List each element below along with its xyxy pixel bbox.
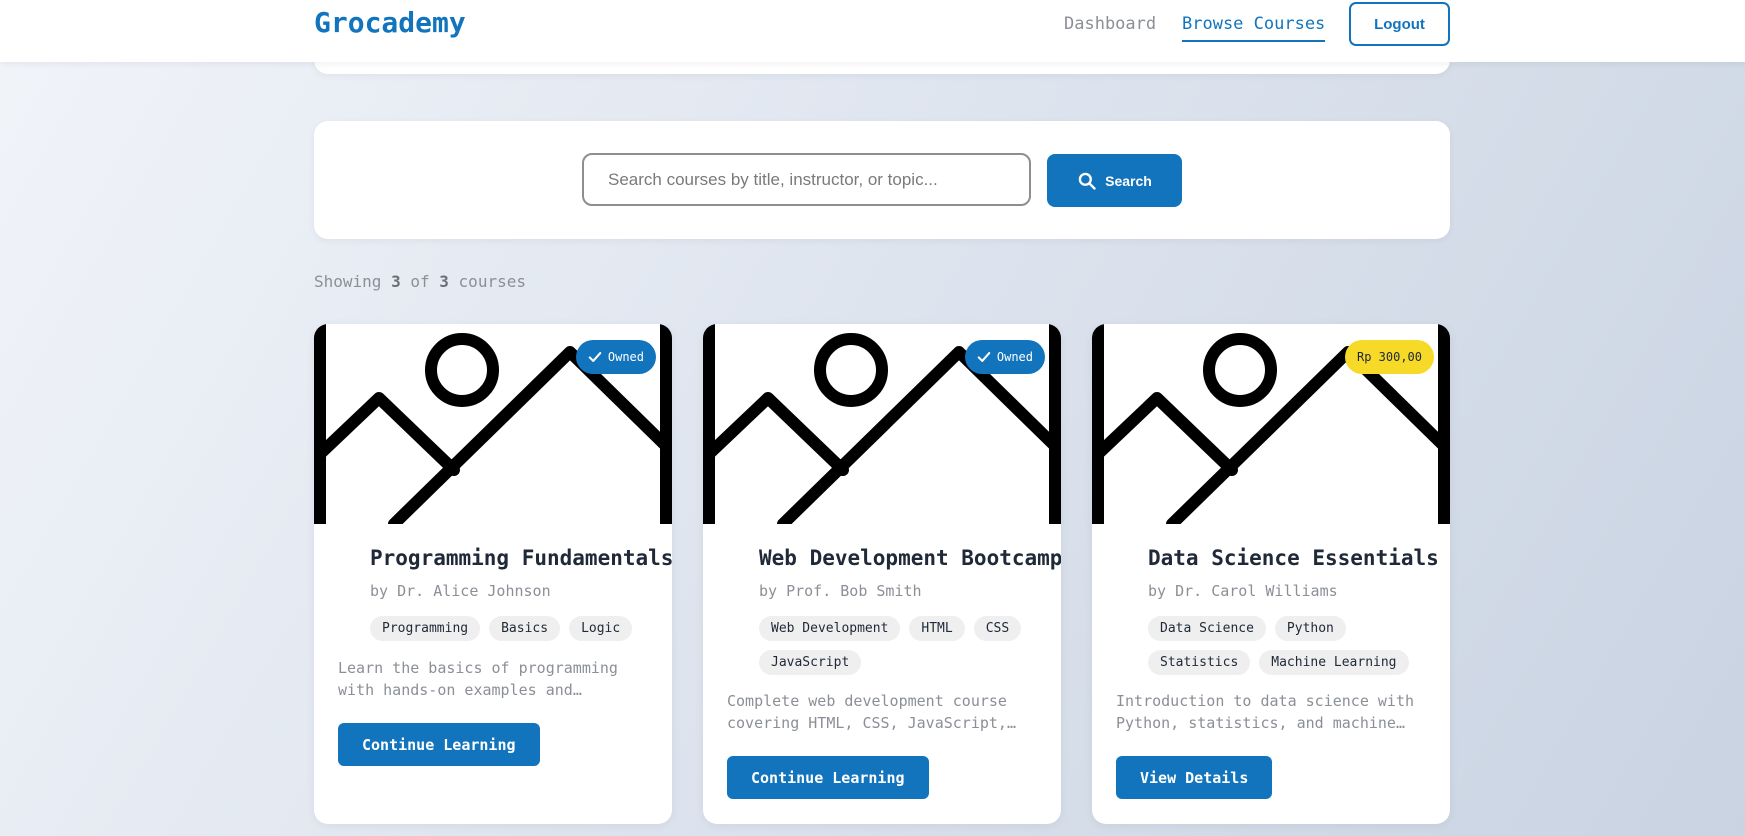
course-tag: Python <box>1274 616 1346 641</box>
search-input[interactable] <box>582 153 1031 206</box>
course-tag: Statistics <box>1148 650 1251 675</box>
course-title[interactable]: Web Development Bootcamp <box>759 546 1061 570</box>
course-tags: Web Development HTML CSS JavaScript <box>759 616 1049 675</box>
search-panel: Search <box>314 121 1450 239</box>
course-description: Introduction to data science with Python… <box>1116 692 1415 732</box>
result-count-prefix: Showing <box>314 272 382 291</box>
badge-label: Owned <box>607 350 644 364</box>
continue-learning-button[interactable]: Continue Learning <box>727 756 929 799</box>
continue-learning-button[interactable]: Continue Learning <box>338 723 540 766</box>
result-count: Showing 3 of 3 courses <box>314 272 526 291</box>
check-icon <box>588 352 602 362</box>
course-tag: Logic <box>569 616 633 641</box>
top-navbar: Grocademy Dashboard Browse Courses Logou… <box>0 0 1745 62</box>
course-tag: Machine Learning <box>1259 650 1409 675</box>
course-card[interactable]: Owned Web Development Bootcamp by Prof. … <box>703 324 1061 824</box>
course-tag: JavaScript <box>759 650 862 675</box>
result-count-suffix: courses <box>458 272 526 291</box>
course-tag: Web Development <box>759 616 901 641</box>
course-tags: Programming Basics Logic <box>370 616 660 641</box>
brand-logo[interactable]: Grocademy <box>314 6 466 39</box>
course-description: Complete web development course covering… <box>727 692 1007 732</box>
search-button[interactable]: Search <box>1047 154 1182 207</box>
owned-badge: Owned <box>964 340 1045 374</box>
result-count-shown: 3 <box>391 272 401 291</box>
course-author: by Dr. Carol Williams <box>1148 582 1338 600</box>
course-author: by Dr. Alice Johnson <box>370 582 551 600</box>
course-title[interactable]: Programming Fundamentals <box>370 546 672 570</box>
course-tag: HTML <box>909 616 965 641</box>
course-description: Learn the basics of programming with han… <box>338 659 618 699</box>
check-icon <box>977 352 991 362</box>
search-button-label: Search <box>1105 172 1152 189</box>
course-tag: CSS <box>973 616 1022 641</box>
nav-dashboard[interactable]: Dashboard <box>1064 14 1156 34</box>
search-icon <box>1078 172 1096 190</box>
view-details-button[interactable]: View Details <box>1116 756 1273 799</box>
price-badge: Rp 300,00 <box>1344 340 1434 374</box>
course-title[interactable]: Data Science Essentials <box>1148 546 1439 570</box>
course-tag: Programming <box>370 616 481 641</box>
course-tag: Basics <box>489 616 561 641</box>
owned-badge: Owned <box>575 340 656 374</box>
result-count-total: 3 <box>439 272 449 291</box>
course-author: by Prof. Bob Smith <box>759 582 922 600</box>
logout-button[interactable]: Logout <box>1349 2 1450 46</box>
course-card[interactable]: Owned Programming Fundamentals by Dr. Al… <box>314 324 672 824</box>
badge-label: Rp 300,00 <box>1356 350 1422 364</box>
result-count-of: of <box>410 272 430 291</box>
badge-label: Owned <box>996 350 1033 364</box>
course-card[interactable]: Rp 300,00 Data Science Essentials by Dr.… <box>1092 324 1450 824</box>
course-tags: Data Science Python Statistics Machine Lear… <box>1148 616 1438 675</box>
course-tag: Data Science <box>1148 616 1266 641</box>
nav-browse-courses[interactable]: Browse Courses <box>1182 14 1326 42</box>
